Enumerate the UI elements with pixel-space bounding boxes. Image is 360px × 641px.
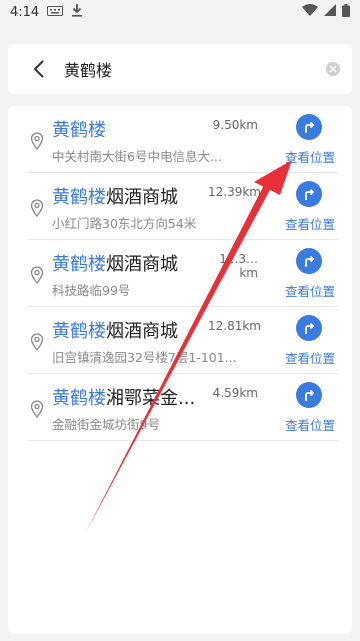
result-name-rest: 湘鄂菜金... [106,388,196,409]
location-pin-icon [30,400,44,418]
view-location-label: 查看位置 [284,418,335,433]
signal-icon [324,4,336,20]
view-location-button[interactable]: 查看位置 [280,248,336,304]
result-distance: 12.3…km [219,252,258,280]
directions-icon [296,315,322,341]
result-name-highlight: 黄鹤楼 [52,388,106,409]
result-name-rest: 烟酒商城 [106,321,178,342]
battery-icon [342,3,350,21]
view-location-button[interactable]: 查看位置 [280,181,336,237]
wifi-icon [302,4,318,20]
location-pin-icon [30,333,44,351]
clear-icon[interactable] [326,62,340,76]
result-name: 黄鹤楼 [52,116,106,142]
directions-icon [296,114,322,140]
result-name: 黄鹤楼烟酒商城 [52,183,178,209]
view-location-label: 查看位置 [284,284,335,299]
location-pin-icon [30,199,44,217]
result-distance: 12.81km [208,319,261,333]
result-item[interactable]: 黄鹤楼烟酒商城 科技路临99号 12.3…km 查看位置 [28,240,338,307]
results-list: 黄鹤楼 中关村南大街6号中电信息大... 9.50km 查看位置 黄鹤楼烟酒商城… [8,106,352,634]
chevron-left-icon[interactable] [28,58,50,80]
status-time: 4:14 [10,4,40,20]
view-location-label: 查看位置 [284,217,335,232]
keyboard-icon [47,5,64,20]
result-item[interactable]: 黄鹤楼烟酒商城 小红门路30东北方向54米 12.39km 查看位置 [28,173,338,240]
result-address: 科技路临99号 [52,283,131,298]
result-address: 旧宫镇清逸园32号楼7层1-101... [52,350,237,365]
location-pin-icon [30,132,44,150]
result-name: 黄鹤楼烟酒商城 [52,250,178,276]
search-input[interactable]: 黄鹤楼 [64,57,326,81]
result-name-highlight: 黄鹤楼 [52,254,106,275]
result-item[interactable]: 黄鹤楼烟酒商城 旧宫镇清逸园32号楼7层1-101... 12.81km 查看位… [28,307,338,374]
status-bar: 4:14 [0,0,360,24]
result-name-rest: 烟酒商城 [106,254,178,275]
result-item[interactable]: 黄鹤楼 中关村南大街6号中电信息大... 9.50km 查看位置 [28,106,338,173]
result-address: 小红门路30东北方向54米 [52,216,197,231]
result-name: 黄鹤楼烟酒商城 [52,317,178,343]
search-bar[interactable]: 黄鹤楼 [8,44,352,94]
result-name: 黄鹤楼湘鄂菜金... [52,384,195,410]
directions-icon [296,382,322,408]
result-name-highlight: 黄鹤楼 [52,120,106,141]
directions-icon [296,181,322,207]
result-address: 金融街金城坊街9号 [52,417,160,432]
view-location-button[interactable]: 查看位置 [280,382,336,438]
result-name-rest: 烟酒商城 [106,187,178,208]
view-location-button[interactable]: 查看位置 [280,315,336,371]
download-icon [71,3,83,21]
view-location-label: 查看位置 [284,351,335,366]
result-name-highlight: 黄鹤楼 [52,187,106,208]
result-distance: 9.50km [212,118,258,132]
result-distance: 4.59km [212,386,258,400]
directions-icon [296,248,322,274]
view-location-label: 查看位置 [284,150,335,165]
location-pin-icon [30,266,44,284]
result-address: 中关村南大街6号中电信息大... [52,149,222,164]
view-location-button[interactable]: 查看位置 [280,114,336,170]
result-distance: 12.39km [208,185,261,199]
result-item[interactable]: 黄鹤楼湘鄂菜金... 金融街金城坊街9号 4.59km 查看位置 [28,374,338,441]
result-name-highlight: 黄鹤楼 [52,321,106,342]
